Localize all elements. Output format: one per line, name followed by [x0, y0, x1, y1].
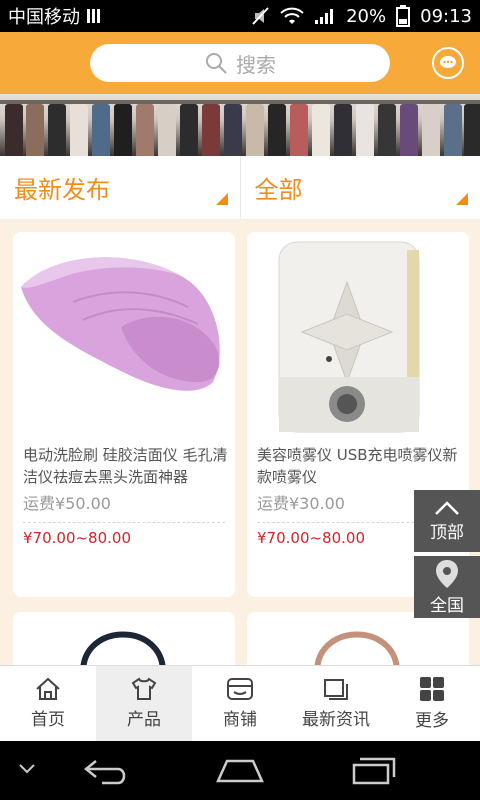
category-filter-label: 全部	[254, 176, 303, 204]
home-button[interactable]	[215, 757, 265, 787]
product-card[interactable]	[13, 612, 235, 665]
product-grid: 电动洗脸刷 硅胶洁面仪 毛孔清洁仪祛痘去黑头洗面神器 运费¥50.00 ¥70.…	[0, 220, 480, 665]
category-filter[interactable]: 全部	[239, 156, 480, 219]
clothing-item	[464, 104, 480, 156]
clothing-item	[136, 104, 154, 156]
handbag-image	[314, 631, 400, 665]
home-icon	[36, 677, 60, 700]
clothing-item	[334, 104, 352, 156]
product-price: ¥70.00~80.00	[257, 529, 365, 547]
news-icon	[324, 679, 348, 700]
facial-brush-image	[21, 257, 220, 391]
clothing-item	[48, 104, 66, 156]
message-button[interactable]	[432, 47, 464, 79]
search-box[interactable]: 搜索	[90, 44, 390, 82]
wifi-icon	[280, 7, 304, 24]
status-bar: 中国移动 20% 09:13	[0, 0, 480, 32]
tab-home-label: 首页	[31, 710, 65, 730]
mute-icon	[252, 7, 269, 25]
tab-more-label: 更多	[415, 711, 449, 731]
clothing-item	[422, 104, 440, 156]
spray-device-image	[278, 241, 420, 433]
signal-icon	[315, 9, 334, 24]
product-title: 美容喷雾仪 USB充电喷雾仪新款喷雾仪	[257, 446, 458, 486]
clothing-item	[378, 104, 396, 156]
clothing-item	[5, 104, 23, 156]
location-pin-icon	[436, 559, 458, 588]
shop-icon	[227, 678, 253, 700]
product-card[interactable]: 电动洗脸刷 硅胶洁面仪 毛孔清洁仪祛痘去黑头洗面神器 运费¥50.00 ¥70.…	[13, 232, 235, 597]
sim-icon	[87, 9, 100, 23]
clothing-item	[224, 104, 242, 156]
grid-icon	[420, 677, 444, 701]
clothing-item	[290, 104, 308, 156]
clothing-item	[92, 104, 110, 156]
shipping-fee: 运费¥50.00	[23, 494, 111, 513]
dropdown-triangle-icon	[456, 193, 468, 205]
clothing-item	[268, 104, 286, 156]
tab-products[interactable]: 产品	[96, 666, 192, 741]
tab-more[interactable]: 更多	[384, 666, 480, 741]
shipping-fee: 运费¥30.00	[257, 494, 345, 513]
sort-filter[interactable]: 最新发布	[0, 156, 240, 219]
tab-news-label: 最新资讯	[302, 710, 370, 730]
product-image	[247, 232, 469, 437]
carrier-name: 中国移动	[8, 7, 80, 28]
hide-nav-button[interactable]	[18, 759, 36, 778]
bottom-tab-bar: 首页 产品 商铺 最新资讯 更多	[0, 665, 480, 741]
back-to-top-button[interactable]: 顶部	[414, 490, 480, 552]
clothing-item	[70, 104, 88, 156]
banner-image[interactable]	[0, 94, 480, 156]
battery-percent: 20%	[346, 5, 387, 27]
clothing-item	[246, 104, 264, 156]
search-placeholder: 搜索	[236, 52, 276, 77]
clothing-item	[400, 104, 418, 156]
product-title: 电动洗脸刷 硅胶洁面仪 毛孔清洁仪祛痘去黑头洗面神器	[23, 446, 228, 486]
clothing-item	[180, 104, 198, 156]
filter-bar: 最新发布 全部	[0, 156, 480, 220]
clothing-item	[356, 104, 374, 156]
clothing-item	[158, 104, 176, 156]
back-arrow-icon	[83, 760, 126, 785]
search-icon	[206, 53, 227, 74]
recent-apps-button[interactable]	[350, 755, 398, 789]
back-to-top-label: 顶部	[430, 522, 464, 543]
clothing-item	[26, 104, 44, 156]
chevron-up-icon	[435, 500, 459, 515]
battery-icon	[396, 5, 411, 27]
clock: 09:13	[420, 5, 472, 27]
handbag-image	[80, 631, 166, 665]
back-button[interactable]	[82, 757, 130, 789]
tab-news[interactable]: 最新资讯	[288, 666, 384, 741]
status-icons: 20% 09:13	[252, 5, 472, 27]
chat-bubble-icon	[440, 56, 456, 68]
clothing-item	[114, 104, 132, 156]
recent-apps-icon	[352, 757, 396, 785]
app-header: 搜索	[0, 32, 480, 94]
product-card[interactable]	[247, 612, 469, 665]
shirt-icon	[131, 677, 157, 700]
system-nav-bar	[0, 741, 480, 800]
chevron-down-icon	[19, 764, 35, 774]
tab-home[interactable]: 首页	[0, 666, 96, 741]
region-button[interactable]: 全国	[414, 556, 480, 618]
dropdown-triangle-icon	[215, 193, 228, 205]
sort-filter-label: 最新发布	[14, 176, 110, 204]
product-image	[13, 232, 235, 437]
tab-shops[interactable]: 商铺	[192, 666, 288, 741]
region-label: 全国	[430, 595, 464, 616]
clothing-item	[202, 104, 220, 156]
home-outline-icon	[216, 759, 264, 783]
clothing-item	[312, 104, 330, 156]
carrier-area: 中国移动	[8, 3, 252, 29]
tab-products-label: 产品	[127, 710, 161, 730]
tab-shops-label: 商铺	[223, 710, 257, 730]
divider	[23, 522, 225, 523]
product-price: ¥70.00~80.00	[23, 529, 131, 547]
clothing-item	[444, 104, 462, 156]
